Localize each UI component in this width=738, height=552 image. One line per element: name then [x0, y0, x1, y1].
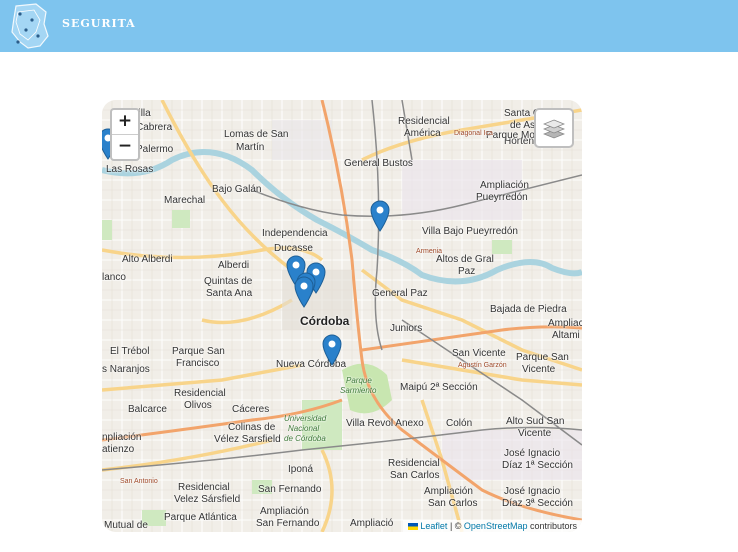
label-agustin-garzon: Agustín Garzón [458, 362, 507, 369]
label-residencial-velez-2: Velez Sársfield [174, 494, 241, 505]
map-attribution: Leaflet | © OpenStreetMap contributors [403, 520, 582, 532]
label-jose-ign3-1: José Ignacio [504, 486, 561, 497]
label-mutual: Mutual de [104, 520, 148, 531]
label-colinas-1: Colinas de [228, 422, 276, 433]
label-residencial-america-1: Residencial [398, 116, 450, 127]
label-quintas-1: Quintas de [204, 276, 253, 287]
map-marker-icon[interactable] [322, 334, 342, 366]
label-ampl-sc-2: San Carlos [428, 498, 478, 509]
label-bajo-galan: Bajo Galán [212, 184, 262, 195]
label-residencial-sc-1: Residencial [388, 458, 440, 469]
logo-icon [11, 3, 49, 49]
label-residencial-olivos-2: Olivos [184, 400, 212, 411]
zoom-control: + − [110, 108, 140, 161]
label-alta-amp-1: Ampliac [548, 318, 582, 329]
label-colon: Colón [446, 418, 473, 429]
label-alta-amp-2: Altami [552, 330, 580, 341]
label-martin: Martín [236, 142, 265, 153]
label-jose-ign-1: José Ignacio [504, 448, 561, 459]
label-villa-revol: Villa Revol Anexo [346, 418, 424, 429]
label-el-trebol: El Trébol [110, 346, 150, 357]
label-blanco: lanco [102, 272, 126, 283]
label-colinas-2: Vélez Sarsfield [214, 434, 281, 445]
label-residencial-olivos-1: Residencial [174, 388, 226, 399]
label-ampl-sf-2: San Fernando [256, 518, 320, 529]
map-marker-icon[interactable] [294, 276, 314, 308]
label-lomas: Lomas de San [224, 129, 289, 140]
zoom-out-button[interactable]: − [112, 134, 138, 159]
label-alto-alberdi: Alto Alberdi [122, 254, 173, 265]
label-altos-gral-2: Paz [458, 266, 476, 277]
label-ampliacion: Ampliación [480, 180, 529, 191]
label-alto-sud-2: Vicente [518, 428, 552, 439]
label-independencia: Independencia [262, 228, 328, 239]
label-marechal: Marechal [164, 195, 206, 206]
label-general-bustos: General Bustos [344, 158, 413, 169]
label-alto-sud-1: Alto Sud San [506, 416, 565, 427]
label-residencial-america-2: América [404, 128, 441, 139]
label-parque-sarmiento-1: Parque [346, 376, 372, 385]
label-atienzo: atienzo [102, 444, 135, 455]
zoom-in-button[interactable]: + [112, 110, 138, 134]
label-ampl-sc-1: Ampliación [424, 486, 473, 497]
label-residencial-sc-2: San Carlos [390, 470, 440, 481]
map-view[interactable]: Villa Cabrera Palermo Lomas de San Martí… [102, 100, 582, 532]
label-ampliacion-w: npliación [102, 432, 142, 443]
label-caceres: Cáceres [232, 404, 270, 415]
label-diagonal-ica: Diagonal Ica [454, 130, 493, 137]
openstreetmap-link[interactable]: OpenStreetMap [464, 521, 528, 531]
label-cabrera: Cabrera [136, 122, 173, 133]
label-ipona: Iponá [288, 464, 314, 475]
label-parque-san-2: Francisco [176, 358, 220, 369]
attribution-separator: | © [447, 521, 464, 531]
label-parque-sarmiento-2: Sarmiento [340, 386, 377, 395]
label-parque-sv-1: Parque San [516, 352, 569, 363]
layers-control-button[interactable] [534, 108, 574, 148]
layers-icon [543, 119, 565, 139]
label-villa-bajo-pueyrredon: Villa Bajo Pueyrredón [422, 226, 518, 237]
label-pueyrredon: Pueyrredón [476, 192, 528, 203]
label-armenia: Armenia [416, 248, 443, 255]
label-ampliacion-bottom: Ampliació [350, 518, 394, 529]
label-juniors: Juniors [390, 323, 423, 334]
label-san-vicente: San Vicente [452, 348, 506, 359]
label-ampl-sf-1: Ampliación [260, 506, 309, 517]
label-balcarce: Balcarce [128, 404, 167, 415]
label-jose-ign3-2: Díaz 3ª Sección [502, 498, 573, 509]
label-bajada: Bajada de Piedra [490, 304, 567, 315]
label-palermo: Palermo [136, 144, 174, 155]
label-universidad-1: Universidad [284, 414, 327, 423]
label-alberdi: Alberdi [218, 260, 250, 271]
label-residencial-velez-1: Residencial [178, 482, 230, 493]
label-universidad-3: de Córdoba [284, 434, 326, 443]
map-marker-icon[interactable] [370, 200, 390, 232]
label-san-fernando: San Fernando [258, 484, 322, 495]
ukraine-flag-icon [408, 523, 419, 530]
label-universidad-2: Nacional [288, 424, 320, 433]
label-altos-gral-1: Altos de Gral [436, 254, 494, 265]
label-quintas-2: Santa Ana [206, 288, 253, 299]
label-naranjos: s Naranjos [102, 364, 150, 375]
label-parque-san-1: Parque San [172, 346, 225, 357]
label-general-paz: General Paz [372, 288, 428, 299]
label-cordoba: Córdoba [300, 314, 350, 328]
label-maipu: Maipú 2ª Sección [400, 382, 478, 393]
leaflet-link[interactable]: Leaflet [420, 521, 447, 531]
label-ducasse: Ducasse [274, 243, 313, 254]
label-parque-sv-2: Vicente [522, 364, 556, 375]
app-header: SEGURITA [0, 0, 738, 52]
label-parque-atlantica: Parque Atlántica [164, 512, 237, 523]
brand-name: SEGURITA [62, 17, 136, 30]
label-san-antonio: San Antonio [120, 478, 158, 485]
attribution-suffix: contributors [527, 521, 577, 531]
label-las-rosas: Las Rosas [106, 164, 154, 175]
label-jose-ign-2: Díaz 1ª Sección [502, 460, 573, 471]
